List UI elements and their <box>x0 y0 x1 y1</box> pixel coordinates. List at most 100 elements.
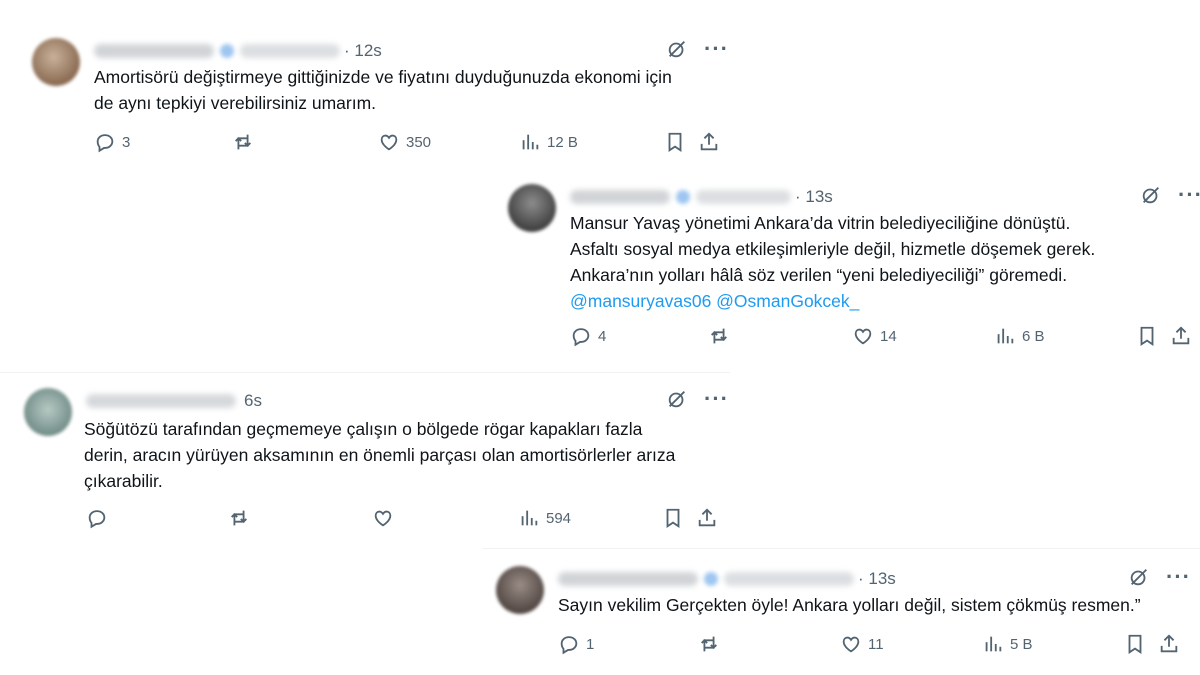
tweet-header: · 13s <box>558 568 896 590</box>
share-icon <box>1172 326 1190 345</box>
tweet-header: · 12s <box>94 40 382 62</box>
tweet-time[interactable]: 6s <box>244 391 262 411</box>
bookmark-button[interactable] <box>662 507 684 529</box>
reply-count: 3 <box>122 133 131 151</box>
author-handle-blurred[interactable] <box>724 572 854 586</box>
bookmark-button[interactable] <box>1136 325 1158 347</box>
bookmark-button[interactable] <box>664 131 686 153</box>
avatar[interactable] <box>496 566 544 614</box>
tweet-text-line: derin, aracın yürüyen aksamının en öneml… <box>84 445 676 465</box>
tweet-actions: 3 350 12 B <box>94 131 722 155</box>
share-icon <box>698 508 716 527</box>
view-count: 12 B <box>547 133 578 151</box>
reply-button[interactable]: 4 <box>570 325 606 347</box>
bookmark-icon <box>668 132 682 152</box>
views-button[interactable]: 12 B <box>519 131 578 153</box>
like-count: 11 <box>868 635 884 653</box>
reply-button[interactable]: 1 <box>558 633 594 655</box>
tweet-time[interactable]: · 13s <box>858 569 896 589</box>
tweet-time[interactable]: · 13s <box>795 187 833 207</box>
views-icon <box>522 134 539 150</box>
views-button[interactable]: 594 <box>518 507 571 529</box>
heart-icon <box>854 328 872 345</box>
tweet-text-line: Mansur Yavaş yönetimi Ankara’da vitrin b… <box>570 213 1071 233</box>
author-name-blurred[interactable] <box>94 44 214 58</box>
views-button[interactable]: 6 B <box>994 325 1045 347</box>
author-handle-blurred[interactable] <box>240 44 340 58</box>
divider <box>482 548 1200 549</box>
author-name-blurred[interactable] <box>558 572 698 586</box>
verified-badge-icon <box>676 190 690 204</box>
retweet-button[interactable] <box>708 325 736 347</box>
heart-icon <box>842 636 860 653</box>
more-icon[interactable]: ··· <box>704 388 729 410</box>
avatar[interactable] <box>24 388 72 436</box>
reply-count: 1 <box>586 635 595 653</box>
tweet-text: Söğütözü tarafından geçmemeye çalışın o … <box>84 416 675 494</box>
retweet-icon <box>701 636 717 652</box>
tweet-4[interactable]: · 13s ··· Sayın vekilim Gerçekten öyle! … <box>496 566 1196 661</box>
reply-button[interactable]: 3 <box>94 131 130 153</box>
tweet-actions: 1 11 5 B <box>558 633 1186 657</box>
grok-icon[interactable] <box>1128 566 1150 588</box>
tweet-time[interactable]: · 12s <box>344 41 382 61</box>
reply-icon <box>560 636 578 655</box>
tweet-header: · 13s <box>570 186 833 208</box>
tweet-1[interactable]: · 12s ··· Amortisörü değiştirmeye gittiğ… <box>32 38 728 168</box>
bookmark-icon <box>1140 326 1154 346</box>
share-button[interactable] <box>698 131 720 153</box>
heart-icon <box>374 510 392 527</box>
tweet-3[interactable]: 6s ··· Söğütözü tarafından geçmemeye çal… <box>24 388 728 533</box>
more-icon[interactable]: ··· <box>1178 184 1200 206</box>
grok-icon[interactable] <box>666 38 688 60</box>
reply-icon <box>96 134 114 153</box>
bookmark-button[interactable] <box>1124 633 1146 655</box>
reply-icon <box>88 510 106 529</box>
tweet-text: Sayın vekilim Gerçekten öyle! Ankara yol… <box>558 592 1141 618</box>
tweet-text-line: Ankara’nın yolları hâlâ söz verilen “yen… <box>570 265 1068 285</box>
tweet-text-line: Sayın vekilim Gerçekten öyle! Ankara yol… <box>558 595 1141 615</box>
tweet-top-actions: ··· <box>666 388 729 410</box>
more-icon[interactable]: ··· <box>1166 566 1191 588</box>
tweet-text-line: çıkarabilir. <box>84 471 163 491</box>
more-icon[interactable]: ··· <box>704 38 729 60</box>
share-button[interactable] <box>696 507 718 529</box>
like-button[interactable] <box>372 507 400 529</box>
tweet-text: Mansur Yavaş yönetimi Ankara’da vitrin b… <box>570 210 1095 314</box>
grok-icon[interactable] <box>1140 184 1162 206</box>
retweet-icon <box>231 510 247 526</box>
tweet-actions: 594 <box>86 507 716 531</box>
avatar[interactable] <box>32 38 80 86</box>
like-button[interactable]: 11 <box>840 633 884 655</box>
avatar[interactable] <box>508 184 556 232</box>
views-icon <box>997 328 1014 344</box>
reply-button[interactable] <box>86 507 114 529</box>
views-button[interactable]: 5 B <box>982 633 1033 655</box>
author-handle-blurred[interactable] <box>696 190 791 204</box>
retweet-icon <box>711 328 727 344</box>
author-name-blurred[interactable] <box>86 394 236 408</box>
like-button[interactable]: 14 <box>852 325 897 347</box>
retweet-button[interactable] <box>232 131 260 153</box>
view-count: 594 <box>546 509 572 527</box>
share-button[interactable] <box>1158 633 1180 655</box>
retweet-button[interactable] <box>698 633 726 655</box>
views-icon <box>521 510 538 526</box>
view-count: 6 B <box>1022 327 1045 345</box>
tweet-header: 6s <box>86 390 262 412</box>
like-button[interactable]: 350 <box>378 131 431 153</box>
tweet-mentions[interactable]: @mansuryavas06 @OsmanGokcek_ <box>570 288 1095 314</box>
reply-count: 4 <box>598 327 607 345</box>
tweet-actions: 4 14 6 B <box>570 325 1198 349</box>
retweet-icon <box>235 134 251 150</box>
author-name-blurred[interactable] <box>570 190 670 204</box>
like-count: 350 <box>406 133 432 151</box>
bookmark-icon <box>666 508 680 528</box>
share-icon <box>1160 634 1178 653</box>
grok-icon[interactable] <box>666 388 688 410</box>
share-button[interactable] <box>1170 325 1192 347</box>
tweet-2[interactable]: · 13s ··· Mansur Yavaş yönetimi Ankara’d… <box>508 184 1200 354</box>
tweet-top-actions: ··· <box>666 38 729 60</box>
views-icon <box>985 636 1002 652</box>
retweet-button[interactable] <box>228 507 256 529</box>
